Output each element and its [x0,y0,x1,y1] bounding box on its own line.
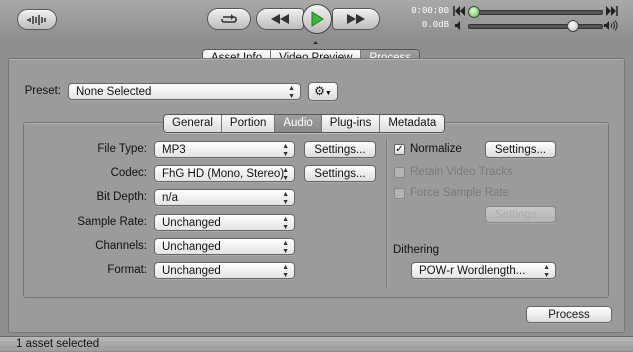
play-button[interactable] [302,4,332,34]
sub-tab-bar: General Portion Audio Plug-ins Metadata [163,114,446,133]
volume-slider-knob[interactable] [567,20,579,32]
skip-back-icon[interactable] [453,6,465,16]
gear-icon: ⚙ [314,84,325,98]
time-readout: 0:00:00 [411,6,449,16]
preset-value: None Selected [76,86,152,98]
select-arrows-icon: ▲ ▼ [282,263,289,279]
rewind-icon [271,14,289,24]
dithering-value: POW-r Wordlength... [419,265,526,277]
rewind-button[interactable] [256,8,304,30]
file-type-settings-button[interactable]: Settings... [304,141,376,158]
play-icon [311,11,324,27]
fast-forward-button[interactable] [332,8,380,30]
channels-value: Unchanged [162,241,221,253]
dithering-select[interactable]: POW-r Wordlength... ▲ ▼ [411,262,556,279]
sample-rate-select[interactable]: Unchanged ▲ ▼ [154,214,295,231]
process-button[interactable]: Process [526,306,612,323]
format-value: Unchanged [162,265,221,277]
position-slider-track[interactable] [468,10,603,15]
select-arrows-icon: ▲ ▼ [288,84,295,100]
channels-select[interactable]: Unchanged ▲ ▼ [154,238,295,255]
dithering-label: Dithering [393,244,440,256]
tab-general[interactable]: General [164,115,222,132]
format-label: Format: [107,264,147,276]
retain-video-tracks-checkbox[interactable] [394,167,405,178]
waveform-button[interactable] [17,9,57,30]
tab-metadata[interactable]: Metadata [380,115,444,132]
file-type-select[interactable]: MP3 ▲ ▼ [154,141,295,158]
select-arrows-icon: ▲ ▼ [282,166,289,182]
bit-depth-value: n/a [162,192,178,204]
fast-forward-icon [347,14,365,24]
file-type-value: MP3 [162,144,186,156]
waveform-icon [27,14,46,25]
retain-video-tracks-label: Retain Video Tracks [410,166,513,178]
file-type-label: File Type: [97,143,147,155]
select-arrows-icon: ▲ ▼ [282,239,289,255]
volume-high-icon [604,20,618,31]
channels-label: Channels: [95,240,147,252]
codec-select[interactable]: FhG HD (Mono, Stereo) ▲ ▼ [154,165,295,182]
force-sample-rate-checkbox[interactable] [394,188,405,199]
gain-readout: 0.0dB [421,20,449,30]
force-sample-rate-settings-button[interactable]: Settings... [485,206,556,223]
sample-rate-label: Sample Rate: [77,216,147,228]
volume-slider-track[interactable] [468,24,603,29]
preset-label: Preset: [24,85,61,97]
select-arrows-icon: ▲ ▼ [282,215,289,231]
format-select[interactable]: Unchanged ▲ ▼ [154,262,295,279]
preset-select[interactable]: None Selected ▲ ▼ [68,83,301,100]
status-bar: 1 asset selected [0,336,633,351]
select-arrows-icon: ▲ ▼ [282,142,289,158]
bit-depth-label: Bit Depth: [96,191,148,203]
volume-low-icon [455,21,460,30]
normalize-settings-button[interactable]: Settings... [485,141,556,158]
codec-value: FhG HD (Mono, Stereo) [162,168,285,180]
skip-forward-icon[interactable] [606,6,618,16]
loop-button[interactable] [207,8,251,30]
normalize-checkbox[interactable]: ✓ [394,144,405,155]
loop-icon [221,14,237,23]
tab-plug-ins[interactable]: Plug-ins [322,115,381,132]
bit-depth-select[interactable]: n/a ▲ ▼ [154,189,295,206]
position-slider-knob[interactable] [468,6,480,18]
normalize-label: Normalize [410,143,462,155]
tab-audio[interactable]: Audio [275,115,322,132]
select-arrows-icon: ▲ ▼ [543,263,550,279]
toolbar: 0:00:00 0.0dB [0,0,633,44]
preset-action-button[interactable]: ⚙▼ [308,82,338,101]
sample-rate-value: Unchanged [162,217,221,229]
select-arrows-icon: ▲ ▼ [282,190,289,206]
tab-portion[interactable]: Portion [222,115,276,132]
force-sample-rate-label: Force Sample Rate [410,187,510,199]
codec-label: Codec: [110,167,147,179]
playhead-indicator [313,35,318,44]
codec-settings-button[interactable]: Settings... [304,165,376,182]
column-divider [386,138,387,288]
